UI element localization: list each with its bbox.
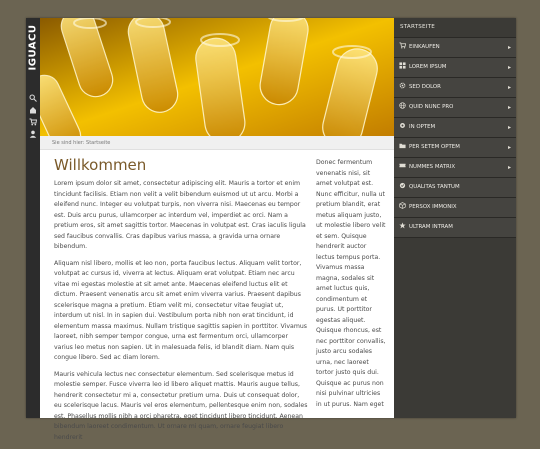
- chevron-right-icon: ▸: [507, 44, 511, 51]
- nav-item-label: EINKAUFEN: [409, 44, 440, 50]
- nav-item-persox-immonix[interactable]: PERSOX IMMONIX: [394, 198, 516, 218]
- home-icon[interactable]: [28, 106, 38, 116]
- search-icon[interactable]: [28, 94, 38, 104]
- nav-item-label: QUID NUNC PRO: [409, 104, 454, 110]
- main-content: Willkommen Lorem ipsum dolor sit amet, c…: [54, 156, 308, 449]
- nav-item-nummes-matrix[interactable]: NUMMES MATRIX ▸: [394, 158, 516, 178]
- chevron-right-icon: ▸: [507, 144, 511, 151]
- logo-text: IGUACU: [27, 24, 39, 70]
- chevron-right-icon: ▸: [507, 124, 511, 131]
- nav-item-per-setem-optem[interactable]: PER SETEM OPTEM ▸: [394, 138, 516, 158]
- gear-icon: [399, 78, 406, 97]
- nav-item-ultram-intram[interactable]: ULTRAM INTRAM: [394, 218, 516, 238]
- nav-item-label: ULTRAM INTRAM: [409, 224, 453, 230]
- cart-icon: [399, 38, 407, 57]
- folder-icon: [399, 138, 406, 157]
- main-navigation: STARTSEITE EINKAUFEN ▸ LOREM IPSUM ▸ SED…: [394, 18, 516, 418]
- cube-icon: [399, 198, 406, 217]
- settings-icon: [399, 118, 406, 137]
- paragraph: Aliquam nisl libero, mollis et leo non, …: [54, 259, 307, 362]
- nav-item-label: IN OPTEM: [409, 124, 436, 130]
- nav-item-label: PERSOX IMMONIX: [409, 204, 457, 210]
- chevron-right-icon: ▸: [507, 84, 511, 91]
- nav-item-lorem-ipsum[interactable]: LOREM IPSUM ▸: [394, 58, 516, 78]
- test-tubes-illustration: [40, 18, 394, 136]
- cart-icon[interactable]: [28, 118, 38, 128]
- paragraph: Mauris vehicula lectus nec consectetur e…: [54, 370, 308, 441]
- page-title: Willkommen: [54, 156, 147, 174]
- nav-item-label: SED DOLOR: [409, 84, 441, 90]
- nav-item-in-optem[interactable]: IN OPTEM ▸: [394, 118, 516, 138]
- chevron-right-icon: ▸: [507, 104, 511, 111]
- breadcrumb: Sie sind hier: Startseite: [40, 136, 394, 150]
- chevron-right-icon: ▸: [507, 64, 511, 71]
- nav-item-einkaufen[interactable]: EINKAUFEN ▸: [394, 38, 516, 58]
- nav-item-startseite[interactable]: STARTSEITE: [394, 18, 516, 38]
- nav-item-label: LOREM IPSUM: [409, 64, 447, 70]
- nav-item-label: QUALITAS TANTUM: [409, 184, 460, 190]
- ticket-icon: [399, 158, 406, 177]
- nav-item-label: PER SETEM OPTEM: [409, 144, 460, 150]
- chevron-right-icon: ▸: [507, 164, 511, 171]
- side-column-text: Donec fermentum venenatis nisi, sit amet…: [316, 159, 386, 408]
- nav-item-qualitas-tantum[interactable]: QUALITAS TANTUM: [394, 178, 516, 198]
- star-icon: [399, 218, 406, 237]
- shield-icon: [399, 178, 406, 197]
- paragraph: Lorem ipsum dolor sit amet, consectetur …: [54, 180, 306, 250]
- globe-icon: [399, 98, 406, 117]
- site-logo[interactable]: IGUACU: [27, 20, 39, 74]
- user-icon[interactable]: [28, 130, 38, 140]
- page-frame: IGUACU Sie sind hier: Startseite Willkom…: [26, 18, 516, 441]
- nav-item-sed-dolor[interactable]: SED DOLOR ▸: [394, 78, 516, 98]
- left-rail: IGUACU: [26, 18, 40, 418]
- hero-image: [40, 18, 394, 136]
- grid-icon: [399, 58, 406, 77]
- nav-item-label: NUMMES MATRIX: [409, 164, 456, 170]
- nav-item-quid-nunc-pro[interactable]: QUID NUNC PRO ▸: [394, 98, 516, 118]
